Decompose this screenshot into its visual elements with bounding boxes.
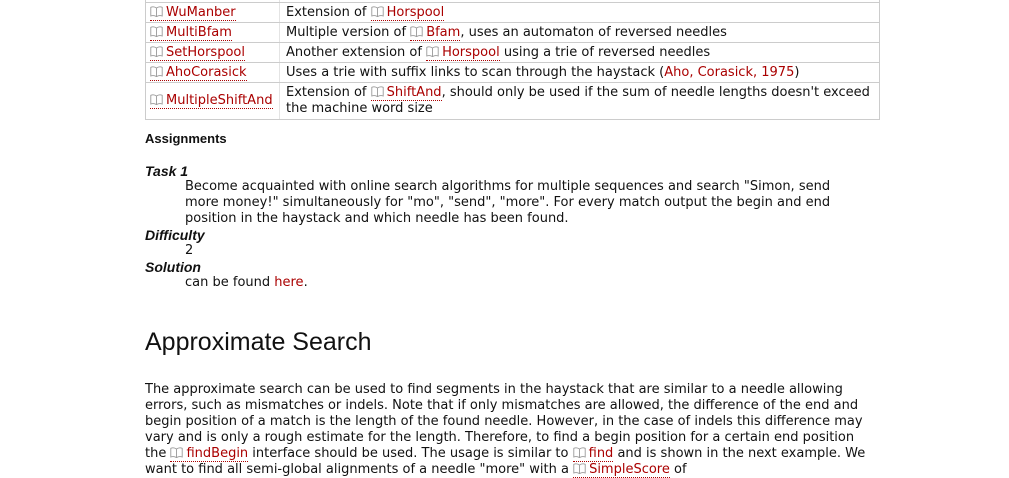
solution-prefix: can be found (185, 275, 275, 290)
book-icon (573, 463, 586, 474)
book-icon (370, 86, 384, 97)
book-icon (150, 45, 163, 57)
solution-link[interactable]: here (274, 275, 303, 290)
book-icon (572, 447, 586, 458)
difficulty-label: Difficulty (145, 227, 205, 243)
algorithm-link-sethorspool[interactable]: SetHorspool (150, 44, 245, 61)
description-citation-link[interactable]: Aho, Corasick, 1975 (664, 65, 794, 80)
description-link-shiftand[interactable]: ShiftAnd (370, 85, 442, 101)
task-text: Become acquainted with online search alg… (185, 179, 831, 226)
table-row: AhoCorasick Uses a trie with suffix links… (145, 62, 880, 83)
algorithm-link-wumanber[interactable]: WuManber (150, 4, 236, 21)
algorithm-name-cell: SetHorspool (145, 42, 280, 63)
difficulty-value: 2 (185, 243, 194, 258)
solution-text: can be found here. (185, 275, 865, 291)
solution-label: Solution (145, 259, 201, 275)
assignments-heading: Assignments (145, 131, 227, 146)
paragraph-link-find[interactable]: find (572, 446, 614, 462)
algorithm-description-cell: Uses a trie with suffix links to scan th… (279, 62, 880, 83)
table-row: SetHorspool Another extension of Horspool… (145, 42, 880, 63)
paragraph-link-findbegin[interactable]: findBegin (170, 446, 249, 462)
description-link-horspool[interactable]: Horspool (426, 44, 500, 61)
solution-suffix: . (303, 275, 308, 290)
paragraph-text: interface should be used. The usage is s… (248, 446, 573, 461)
description-text: using a trie of reversed needles (499, 44, 711, 60)
table-row: MultipleShiftAnd Extension of ShiftAnd, s… (145, 82, 880, 120)
description-text: Uses a trie with suffix links to scan th… (286, 64, 665, 80)
description-link-horspool[interactable]: Horspool (370, 4, 445, 21)
assignment-list: Task 1 Become acquainted with online sea… (145, 163, 885, 291)
algorithm-name-cell: AhoCorasick (145, 62, 280, 83)
approximate-search-paragraph: The approximate search can be used to fi… (145, 382, 875, 478)
main-content: WuManber Extension of Horspool MultiBfam Mu… (145, 0, 885, 478)
table-row: WuManber Extension of Horspool (145, 2, 880, 23)
table-row: MultiBfam Multiple version of Bfam, uses … (145, 22, 880, 43)
algorithm-description-cell: Another extension of Horspool using a tr… (279, 42, 880, 63)
paragraph-link-simplescore[interactable]: SimpleScore (573, 462, 670, 478)
description-text: Extension of (286, 85, 371, 100)
algorithm-link-multibfam[interactable]: MultiBfam (150, 24, 232, 41)
algorithm-name-cell: WuManber (145, 2, 280, 23)
algorithm-name-cell: MultipleShiftAnd (145, 82, 280, 120)
book-icon (370, 5, 384, 17)
algorithm-name-cell: MultiBfam (145, 22, 280, 43)
paragraph-text: of (669, 462, 687, 477)
book-icon (150, 25, 163, 37)
description-text: Another extension of (286, 44, 427, 60)
book-icon (170, 447, 184, 458)
algorithm-description-cell: Multiple version of Bfam, uses an automa… (279, 22, 880, 43)
book-icon (410, 25, 423, 37)
algorithm-description-cell: Extension of Horspool (279, 2, 880, 23)
algorithm-table: WuManber Extension of Horspool MultiBfam Mu… (145, 0, 880, 120)
description-text: ) (794, 64, 800, 80)
book-icon (150, 5, 163, 17)
book-icon (150, 94, 163, 105)
algorithm-description-cell: Extension of ShiftAnd, should only be us… (279, 82, 880, 120)
book-icon (426, 45, 439, 57)
description-link-bfam[interactable]: Bfam (410, 24, 461, 41)
section-title: Approximate Search (145, 328, 372, 356)
book-icon (150, 65, 163, 77)
algorithm-link-ahocorasick[interactable]: AhoCorasick (150, 64, 247, 81)
description-text: , uses an automaton of reversed needles (460, 24, 727, 40)
description-text: Multiple version of (286, 24, 411, 40)
algorithm-link-multipleshiftand[interactable]: MultipleShiftAnd (150, 93, 273, 109)
task-label: Task 1 (145, 163, 189, 179)
description-text: Extension of (286, 4, 371, 20)
